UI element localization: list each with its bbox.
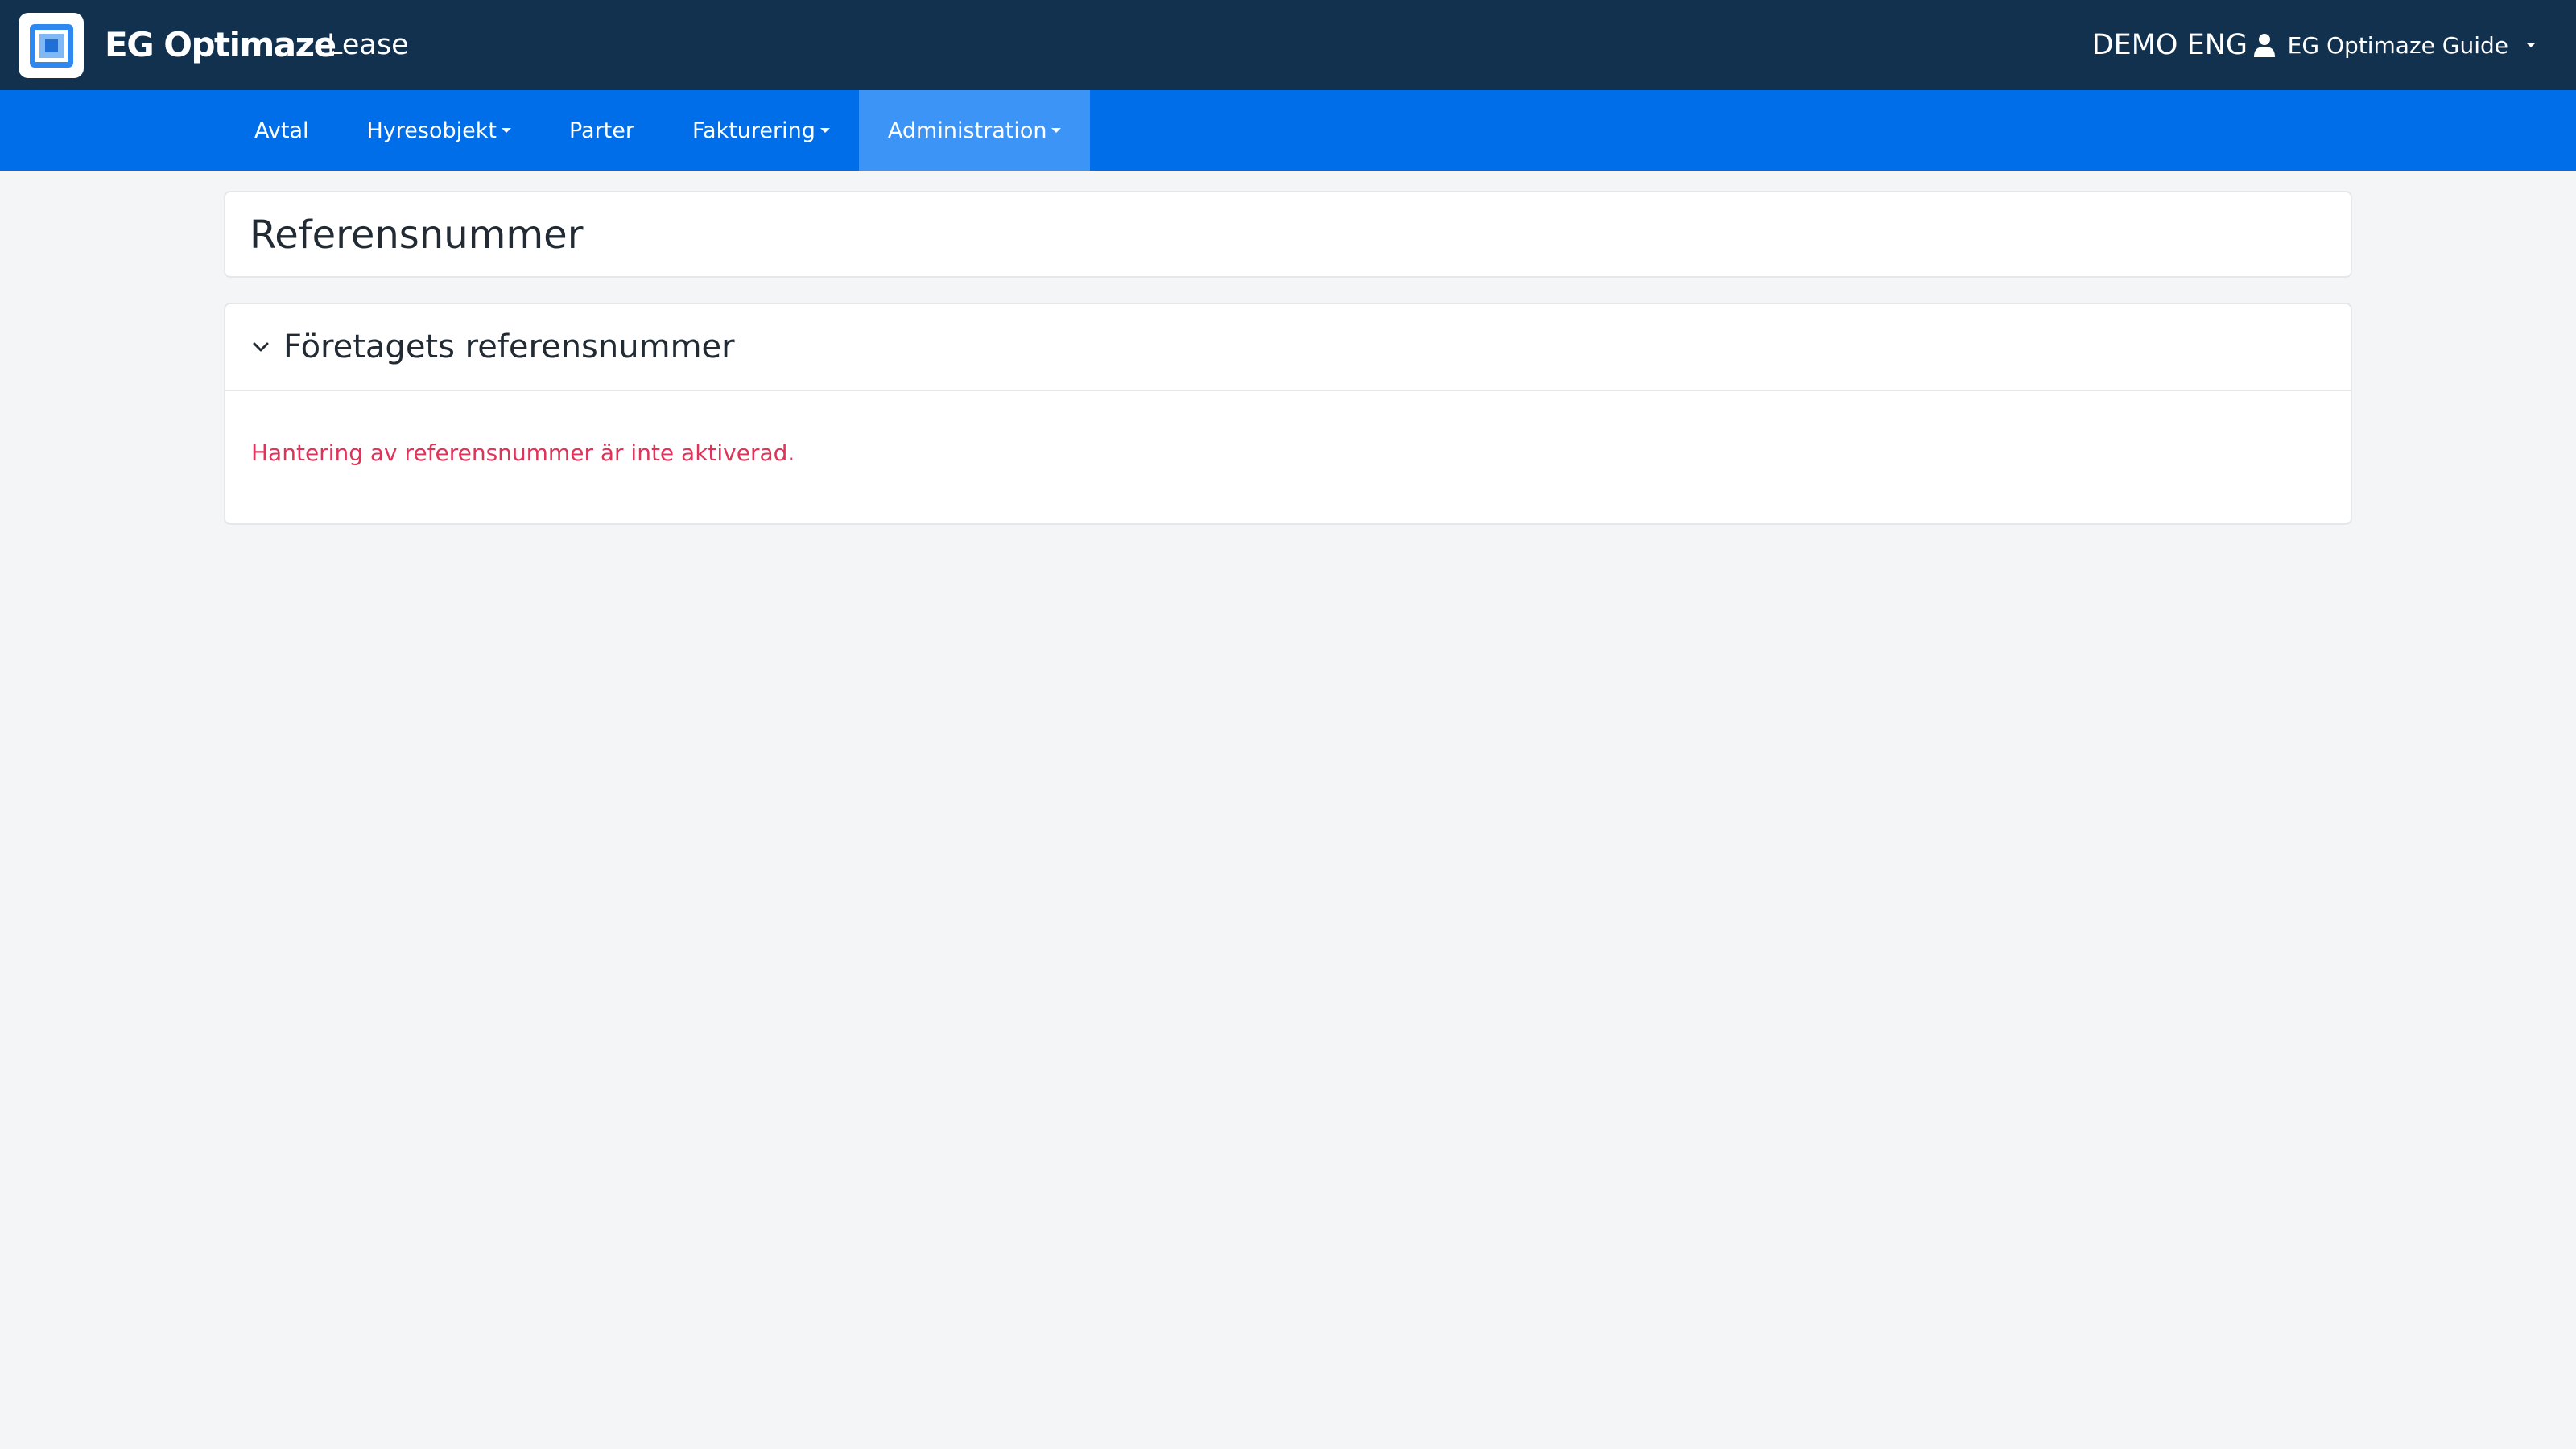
chevron-down-icon (253, 342, 269, 352)
section-title: Företagets referensnummer (283, 328, 735, 365)
nav-item-fakturering[interactable]: Fakturering (663, 90, 859, 171)
nav-item-avtal[interactable]: Avtal (225, 90, 338, 171)
page-title-card: Referensnummer (224, 191, 2352, 278)
page-title: Referensnummer (250, 213, 584, 258)
user-icon (2253, 34, 2275, 57)
nav-item-administration[interactable]: Administration (858, 90, 1091, 171)
main-navigation: Avtal Hyresobjekt Parter Fakturering Adm… (0, 90, 2576, 171)
nav-item-parter[interactable]: Parter (540, 90, 663, 171)
caret-down-icon (501, 128, 511, 133)
nav-item-hyresobjekt[interactable]: Hyresobjekt (338, 90, 540, 171)
caret-down-icon (819, 128, 830, 133)
caret-down-icon (2526, 43, 2536, 47)
top-header: EG Optimaze Lease DEMO ENG EG Optimaze G… (0, 0, 2576, 90)
caret-down-icon (1051, 128, 1062, 133)
status-message: Hantering av referensnummer är inte akti… (251, 440, 795, 466)
user-name: EG Optimaze Guide (2287, 31, 2508, 59)
section-header[interactable]: Företagets referensnummer (225, 304, 2351, 391)
app-name: Lease (327, 29, 409, 61)
nav-item-label: Administration (887, 118, 1047, 143)
reference-number-section: Företagets referensnummer Hantering av r… (224, 303, 2352, 525)
eg-logo-icon (29, 23, 73, 68)
environment-label: DEMO ENG (2091, 29, 2248, 61)
brand-name[interactable]: EG Optimaze (105, 21, 336, 69)
nav-item-label: Parter (568, 118, 634, 143)
user-menu[interactable]: EG Optimaze Guide (2253, 21, 2536, 69)
app-logo[interactable] (19, 13, 84, 78)
nav-item-label: Fakturering (691, 118, 815, 143)
nav-item-label: Avtal (254, 118, 309, 143)
nav-item-label: Hyresobjekt (366, 118, 497, 143)
